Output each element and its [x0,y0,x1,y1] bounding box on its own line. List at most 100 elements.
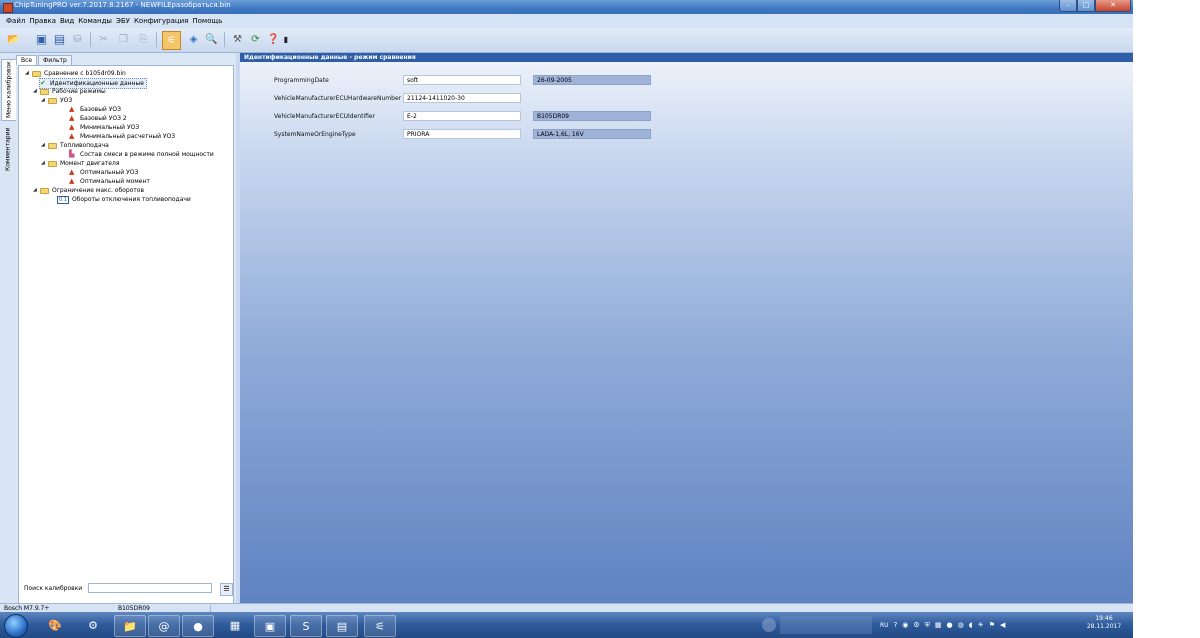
tree-node-torque[interactable]: ◢ Момент двигателя [41,159,119,168]
expand-icon[interactable]: ◢ [41,141,48,150]
folder-icon [40,187,49,194]
cut-icon[interactable]: ✂ [96,32,111,47]
compare-mode-icon[interactable]: ⚟ [162,31,181,50]
firefox-icon[interactable]: ● [182,615,214,637]
title-bar: ChipTuningPRO ver.7.2017.8.2167 - NEWFIL… [0,0,1133,14]
expand-icon[interactable]: ◢ [41,159,48,168]
menu-ecu[interactable]: ЭБУ [116,17,130,25]
tools-icon[interactable]: ⚒ [230,32,245,47]
field-label-programming-date: ProgrammingDate [274,77,329,84]
refresh-icon[interactable]: ⟳ [248,32,263,47]
clock-time: 19:46 [1095,615,1113,622]
expand-icon[interactable]: ◢ [33,87,40,96]
field-label-hardware-number: VehicleManufacturerECUHardwareNumber [274,95,402,102]
green-tray-icon[interactable]: ● [947,621,953,629]
panel-tabs: Все Фильтр [16,55,73,65]
expand-icon[interactable]: ◢ [41,96,48,105]
tool-icon[interactable]: ⚙ [78,615,108,635]
explorer-icon[interactable]: 📁 [114,615,146,637]
calculator-icon[interactable]: ▦ [220,615,250,635]
menu-file[interactable]: Файл [6,17,25,25]
tree-node-torque-uoz[interactable]: ▲ Оптимальный УОЗ [69,168,138,177]
tree-node-fuel[interactable]: ◢ Топливоподача [41,141,109,150]
copy-icon[interactable]: ❐ [116,32,131,47]
menu-commands[interactable]: Команды [78,17,112,25]
app-icon [3,3,13,13]
speaker-icon[interactable]: ◀ [1000,621,1005,629]
tree-node-rpm-cutoff[interactable]: 0.1 Обороты отключения топливоподачи [57,195,191,204]
calibration-panel: Все Фильтр ◢ Сравнение с b105dr09.bin ✔ … [16,53,236,631]
search-button[interactable]: ☰ [220,583,233,596]
mail-icon[interactable]: @ [148,615,180,637]
tree-node-uoz[interactable]: ◢ УОЗ [41,96,72,105]
menu-edit[interactable]: Правка [29,17,56,25]
paste-icon[interactable]: ⎘ [136,32,151,47]
calibration-tree[interactable]: ◢ Сравнение с b105dr09.bin ✔ Идентификац… [18,65,234,631]
update-tray-icon[interactable]: ◍ [958,621,964,629]
field-programming-date[interactable]: soft [403,75,521,85]
notepad-icon[interactable]: ▤ [326,615,358,637]
search-label: Поиск калибровки [24,585,83,592]
app-window: ChipTuningPRO ver.7.2017.8.2167 - NEWFIL… [0,0,1133,638]
tab-filter[interactable]: Фильтр [38,55,72,65]
field-hardware-number[interactable]: 21124-1411020-30 [403,93,521,103]
disk-icon[interactable]: ⛁ [70,32,85,47]
tree-node-rpm-limit[interactable]: ◢ Ограничение макс. оборотов [33,186,144,195]
maximize-button[interactable]: □ [1077,0,1095,12]
menu-help[interactable]: Помощь [192,17,222,25]
weather-tray-icon[interactable]: ☀ [977,621,983,629]
clock[interactable]: 19:46 28.11.2017 [1082,615,1126,631]
network-icon[interactable]: ▣ [254,615,286,637]
diamond-icon[interactable]: ◈ [186,32,201,47]
menu-view[interactable]: Вид [60,17,74,25]
tree-node-torque-opt[interactable]: ▲ Оптимальный момент [69,177,150,186]
shield-tray-icon[interactable]: ⛨ [925,621,930,630]
save-icon[interactable]: ▣ [34,32,49,47]
map-3d-icon: ▲ [69,168,75,176]
open-folder-icon[interactable]: 📂 [6,32,21,47]
clock-date: 28.11.2017 [1086,623,1122,630]
search-input[interactable] [88,583,212,593]
expand-icon[interactable]: ◢ [33,186,40,195]
tool-tray-icon[interactable]: ⚙ [913,621,919,629]
compare-ecu-identifier: B105DR09 [533,111,651,121]
tab-comments[interactable]: Комментарии [1,125,15,173]
tree-node-uoz-min-calc[interactable]: ▲ Минимальный расчетный УОЗ [69,132,175,141]
toolbar-separator [156,32,157,47]
tree-node-uoz-base[interactable]: ▲ Базовый УОЗ [69,105,121,114]
notification-icon[interactable] [762,618,776,632]
blue-tray-icon[interactable]: ◉ [902,621,908,629]
flag-tray-icon[interactable]: ⚑ [989,621,995,629]
tree-node-root[interactable]: ◢ Сравнение с b105dr09.bin [25,69,126,78]
tree-node-modes[interactable]: ◢ Рабочие режимы [33,87,106,96]
start-button[interactable] [4,614,28,638]
close-button[interactable]: ✕ [1095,0,1131,12]
help-icon[interactable]: ❓ [266,32,281,47]
tree-node-uoz-min[interactable]: ▲ Минимальный УОЗ [69,123,139,132]
folder-icon [48,160,57,167]
field-engine-type[interactable]: PRIORA [403,129,521,139]
toolbar-separator [90,32,91,47]
menu-configuration[interactable]: Конфигурация [134,17,188,25]
language-indicator[interactable]: RU [880,622,889,629]
skype-icon[interactable]: S [290,615,322,637]
expand-icon[interactable]: ◢ [25,69,32,78]
help-tray-icon[interactable]: ? [894,621,898,629]
map-3d-icon: ▲ [69,123,75,131]
map-3d-icon: ▲ [69,132,75,140]
field-ecu-identifier[interactable]: E-2 [403,111,521,121]
map-3d-icon: ▲ [69,177,75,185]
more-icon[interactable]: ▮ [283,32,289,47]
save-as-icon[interactable]: ▤ [52,32,67,47]
network-tray-icon[interactable]: ▦ [935,621,942,629]
notification-area [780,616,872,634]
tab-calibration-menu[interactable]: Меню калибровок [1,59,17,121]
minimize-button[interactable]: – [1059,0,1077,12]
tab-all[interactable]: Все [16,55,38,65]
chiptuning-task-icon[interactable]: ⚟ [364,615,396,637]
volume-tray-icon[interactable]: ◖ [969,621,973,629]
tree-node-uoz-base2[interactable]: ▲ Базовый УОЗ 2 [69,114,127,123]
tree-node-fuel-mix[interactable]: ▙ Состав смеси в режиме полной мощности [69,150,214,159]
search-icon[interactable]: 🔍 [204,32,219,47]
paint-icon[interactable]: 🎨 [40,615,70,635]
